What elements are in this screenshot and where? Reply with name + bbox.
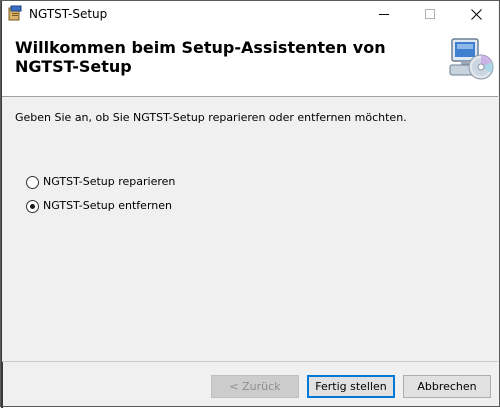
back-button[interactable]: < Zurück xyxy=(211,375,299,398)
wizard-title: Willkommen beim Setup-Assistenten von NG… xyxy=(15,38,395,76)
footer-divider xyxy=(2,361,498,362)
wizard-title-line1: Willkommen beim Setup-Assistenten von xyxy=(15,38,386,57)
repair-option[interactable]: NGTST-Setup reparieren xyxy=(26,174,175,190)
maximize-icon xyxy=(425,9,435,19)
close-icon xyxy=(470,8,482,20)
minimize-button[interactable] xyxy=(361,1,407,27)
finish-button[interactable]: Fertig stellen xyxy=(307,375,395,398)
wizard-content: Geben Sie an, ob Sie NGTST-Setup reparie… xyxy=(2,97,498,361)
cancel-button[interactable]: Abbrechen xyxy=(403,375,491,398)
remove-option-label: NGTST-Setup entfernen xyxy=(43,199,172,212)
close-button[interactable] xyxy=(453,1,499,27)
repair-option-label: NGTST-Setup reparieren xyxy=(43,175,176,188)
installer-icon xyxy=(7,5,24,22)
setup-window: NGTST-Setup Willkommen beim Setup-Assist… xyxy=(0,0,500,408)
wizard-header: Willkommen beim Setup-Assistenten von NG… xyxy=(2,27,498,97)
computer-cd-icon xyxy=(446,37,496,83)
minimize-icon xyxy=(379,14,389,15)
instruction-text: Geben Sie an, ob Sie NGTST-Setup reparie… xyxy=(15,111,407,124)
repair-radio[interactable] xyxy=(26,175,39,189)
wizard-title-line2: NGTST-Setup xyxy=(15,57,132,76)
title-bar[interactable]: NGTST-Setup xyxy=(2,1,498,27)
window-title: NGTST-Setup xyxy=(29,7,108,21)
remove-option[interactable]: NGTST-Setup entfernen xyxy=(26,198,172,214)
maximize-button[interactable] xyxy=(407,1,453,27)
remove-radio[interactable] xyxy=(26,199,39,213)
